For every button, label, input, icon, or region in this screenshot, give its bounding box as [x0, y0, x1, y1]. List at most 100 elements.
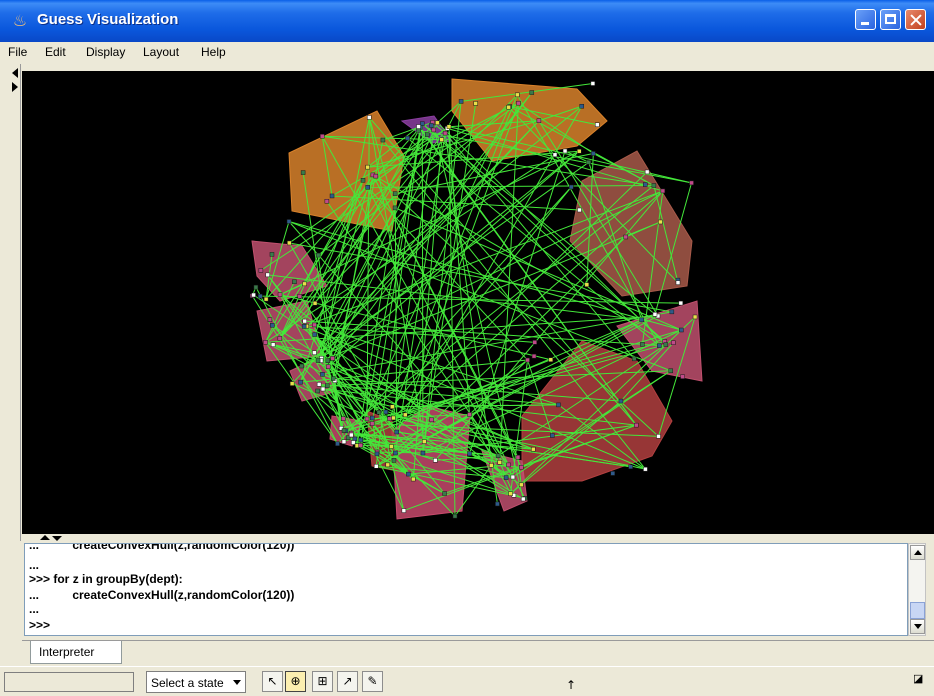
graph-node[interactable]	[516, 101, 520, 105]
graph-node[interactable]	[611, 471, 615, 475]
graph-node[interactable]	[301, 171, 305, 175]
graph-node[interactable]	[366, 165, 370, 169]
graph-node[interactable]	[453, 514, 457, 518]
graph-node[interactable]	[657, 344, 661, 348]
graph-node[interactable]	[316, 389, 320, 393]
graph-node[interactable]	[271, 343, 275, 347]
graph-node[interactable]	[553, 153, 557, 157]
graph-node[interactable]	[300, 364, 304, 368]
graph-node[interactable]	[440, 138, 444, 142]
graph-node[interactable]	[393, 206, 397, 210]
graph-node[interactable]	[511, 475, 515, 479]
graph-node[interactable]	[624, 235, 628, 239]
graph-node[interactable]	[325, 199, 329, 203]
graph-node[interactable]	[507, 105, 511, 109]
graph-node[interactable]	[303, 282, 307, 286]
graph-node[interactable]	[429, 123, 433, 127]
graph-node[interactable]	[254, 285, 258, 289]
graph-node[interactable]	[521, 497, 525, 501]
graph-node[interactable]	[550, 433, 554, 437]
graph-node[interactable]	[411, 477, 415, 481]
graph-node[interactable]	[653, 312, 657, 316]
menu-display[interactable]: Display	[86, 45, 125, 59]
graph-node[interactable]	[669, 369, 673, 373]
graph-node[interactable]	[264, 297, 268, 301]
graph-visualization[interactable]	[22, 71, 934, 534]
graph-node[interactable]	[299, 380, 303, 384]
graph-node[interactable]	[693, 315, 697, 319]
graph-node[interactable]	[640, 318, 644, 322]
graph-node[interactable]	[676, 281, 680, 285]
graph-node[interactable]	[384, 410, 388, 414]
graph-node[interactable]	[270, 252, 274, 256]
graph-node[interactable]	[671, 341, 675, 345]
graph-node[interactable]	[681, 375, 685, 379]
graph-node[interactable]	[359, 438, 363, 442]
graph-node[interactable]	[292, 280, 296, 284]
graph-node[interactable]	[268, 318, 272, 322]
graph-node[interactable]	[474, 101, 478, 105]
graph-node[interactable]	[580, 104, 584, 108]
graph-node[interactable]	[375, 452, 379, 456]
graph-node[interactable]	[417, 125, 421, 129]
graph-node[interactable]	[468, 452, 472, 456]
graph-node[interactable]	[361, 178, 365, 182]
graph-node[interactable]	[342, 429, 346, 433]
graph-node[interactable]	[532, 354, 536, 358]
graph-node[interactable]	[643, 467, 647, 471]
graph-node[interactable]	[679, 328, 683, 332]
graph-node[interactable]	[374, 174, 378, 178]
menu-help[interactable]: Help	[201, 45, 226, 59]
graph-node[interactable]	[652, 184, 656, 188]
graph-node[interactable]	[313, 301, 317, 305]
graph-node[interactable]	[312, 323, 316, 327]
graph-node[interactable]	[303, 319, 307, 323]
graph-node[interactable]	[278, 336, 282, 340]
graph-node[interactable]	[417, 128, 421, 132]
graph-node[interactable]	[258, 294, 262, 298]
graph-node[interactable]	[386, 463, 390, 467]
layout-brush-icon[interactable]: ✎	[362, 671, 383, 692]
graph-node[interactable]	[389, 444, 393, 448]
menu-layout[interactable]: Layout	[143, 45, 179, 59]
graph-node[interactable]	[496, 454, 500, 458]
console-scrollbar[interactable]	[908, 543, 926, 636]
collapse-left-icon[interactable]	[12, 68, 18, 78]
graph-node[interactable]	[591, 82, 595, 86]
maximize-button[interactable]	[880, 9, 901, 30]
graph-node[interactable]	[403, 413, 407, 417]
graph-node[interactable]	[661, 189, 665, 193]
pointer-icon[interactable]: ↖	[262, 671, 283, 692]
scroll-down-button[interactable]	[910, 619, 925, 634]
graph-node[interactable]	[519, 465, 523, 469]
graph-node[interactable]	[388, 417, 392, 421]
graph-node[interactable]	[443, 131, 447, 135]
graph-node[interactable]	[313, 333, 317, 337]
graph-node[interactable]	[643, 183, 647, 187]
graph-node[interactable]	[393, 451, 397, 455]
minimize-button[interactable]	[855, 9, 876, 30]
graph-node[interactable]	[331, 377, 335, 381]
menu-file[interactable]: File	[8, 45, 27, 59]
scroll-up-button[interactable]	[910, 545, 925, 560]
graph-node[interactable]	[325, 384, 329, 388]
graph-node[interactable]	[645, 170, 649, 174]
graph-node[interactable]	[640, 342, 644, 346]
zoom-select-icon[interactable]: ⊕	[285, 671, 306, 692]
menu-edit[interactable]: Edit	[45, 45, 66, 59]
graph-node[interactable]	[468, 413, 472, 417]
graph-node[interactable]	[392, 458, 396, 462]
graph-node[interactable]	[266, 273, 270, 277]
graph-node[interactable]	[556, 403, 560, 407]
graph-node[interactable]	[270, 323, 274, 327]
graph-node[interactable]	[402, 509, 406, 513]
graph-node[interactable]	[537, 119, 541, 123]
graph-node[interactable]	[425, 133, 429, 137]
graph-node[interactable]	[509, 492, 513, 496]
graph-node[interactable]	[421, 451, 425, 455]
graph-node[interactable]	[629, 465, 633, 469]
graph-node[interactable]	[393, 192, 397, 196]
graph-node[interactable]	[664, 343, 668, 347]
graph-node[interactable]	[420, 122, 424, 126]
graph-node[interactable]	[498, 460, 502, 464]
